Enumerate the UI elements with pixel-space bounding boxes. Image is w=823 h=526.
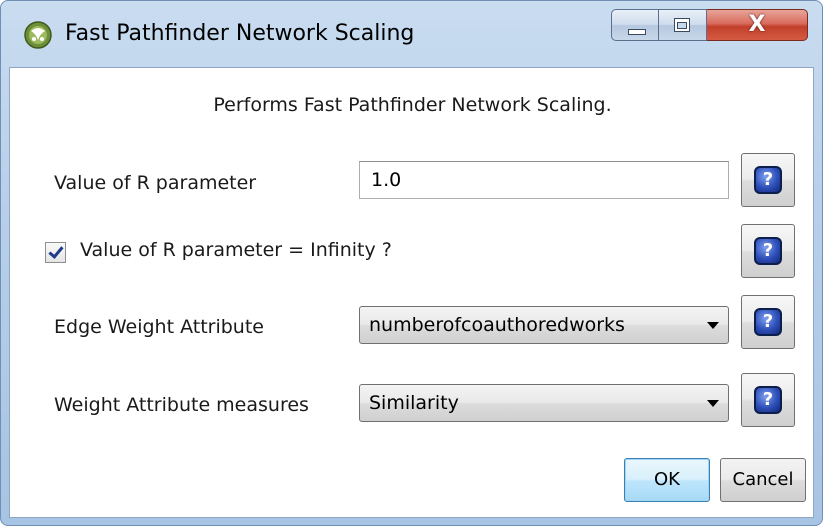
r-parameter-input[interactable] (359, 161, 729, 199)
maximize-icon (674, 18, 690, 32)
weight-measures-label: Weight Attribute measures (54, 394, 309, 416)
title-bar[interactable]: Fast Pathfinder Network Scaling X (1, 1, 822, 67)
maximize-button[interactable] (659, 9, 707, 41)
cytoscape-logo-icon (24, 21, 52, 49)
edge-weight-selected-value: numberofcoauthoredworks (369, 314, 625, 336)
close-icon: X (748, 12, 766, 37)
edge-weight-select[interactable]: numberofcoauthoredworks (359, 306, 729, 344)
weight-measures-select[interactable]: Similarity (359, 384, 729, 422)
chevron-down-icon (707, 322, 719, 329)
weight-measures-selected-value: Similarity (369, 392, 459, 414)
r-infinity-checkbox[interactable] (45, 242, 66, 263)
dialog-content: Performs Fast Pathfinder Network Scaling… (9, 67, 814, 518)
chevron-down-icon (707, 400, 719, 407)
help-question-icon (754, 308, 782, 336)
minimize-icon (628, 29, 646, 35)
minimize-button[interactable] (611, 9, 659, 41)
close-button[interactable]: X (707, 9, 808, 41)
dialog-window: Fast Pathfinder Network Scaling X Perfor… (0, 0, 823, 526)
ok-button[interactable]: OK (624, 458, 710, 502)
help-question-icon (754, 237, 782, 265)
r-infinity-help-button[interactable] (741, 224, 795, 278)
r-parameter-label: Value of R parameter (54, 172, 257, 194)
window-controls: X (611, 9, 808, 41)
help-question-icon (754, 166, 782, 194)
r-parameter-help-button[interactable] (741, 153, 795, 207)
help-question-icon (754, 386, 782, 414)
weight-measures-help-button[interactable] (741, 373, 795, 427)
edge-weight-label: Edge Weight Attribute (54, 316, 264, 338)
r-infinity-label[interactable]: Value of R parameter = Infinity ? (80, 239, 392, 261)
cancel-button[interactable]: Cancel (720, 458, 806, 502)
dialog-description: Performs Fast Pathfinder Network Scaling… (213, 94, 612, 116)
window-title: Fast Pathfinder Network Scaling (65, 21, 415, 46)
edge-weight-help-button[interactable] (741, 295, 795, 349)
